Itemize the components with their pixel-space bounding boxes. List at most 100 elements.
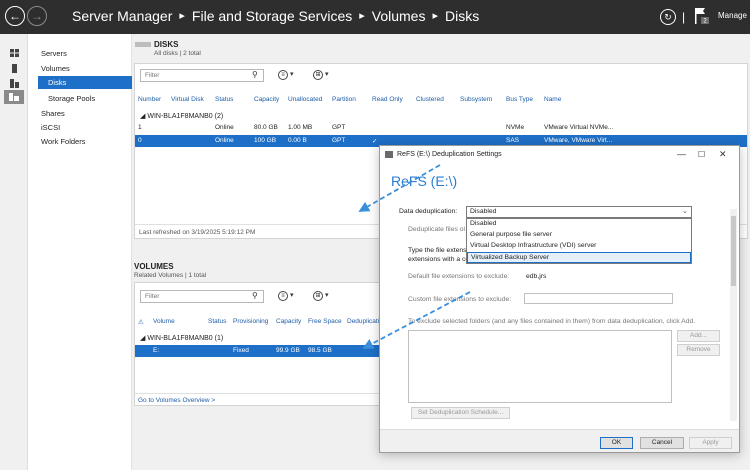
dedup-settings-dialog: ReFS (E:\) Deduplication Settings — ☐ ✕ … [379,145,740,453]
apply-button[interactable]: Apply [689,437,732,449]
nav-item-shares[interactable]: Shares [41,109,65,118]
window-close-icon[interactable]: ✕ [719,149,727,160]
dialog-app-icon [385,151,393,158]
col-unallocated[interactable]: Unallocated [288,96,322,103]
type-extensions-line2: extensions with a co [408,256,470,263]
dedup-option-disabled[interactable]: Disabled [467,219,691,230]
disks-last-refreshed: Last refreshed on 3/19/2025 5:19:12 PM [139,229,256,236]
disk-status: Online [215,124,234,131]
dialog-button-bar [380,429,739,452]
disks-save-options-icon[interactable]: ⊞ ▾ [313,70,328,80]
col-capacity[interactable]: Capacity [254,96,279,103]
breadcrumb-disks[interactable]: Disks [445,8,479,24]
custom-ext-label: Custom file extensions to exclude: [408,296,512,303]
disks-view-options-icon[interactable]: ≡ ▾ [278,70,293,80]
custom-ext-input[interactable] [524,293,673,304]
col-free-space[interactable]: Free Space [308,318,342,325]
volumes-subtitle: Related Volumes | 1 total [134,272,207,279]
excluded-folders-list[interactable] [408,330,672,403]
search-icon[interactable]: ⚲ [252,70,258,79]
dropdown-chevron-icon[interactable]: ⌄ [682,207,688,215]
forward-arrow-icon[interactable]: → [27,6,47,26]
window-maximize-icon[interactable]: ☐ [698,150,705,159]
section-grip-icon [135,42,151,47]
dedup-option-vdi[interactable]: Virtual Desktop Infrastructure (VDI) ser… [467,241,691,252]
back-arrow-icon[interactable]: ← [5,6,25,26]
local-server-icon[interactable] [4,61,24,75]
col-warning-icon: ⚠ [138,319,144,326]
breadcrumb-volumes[interactable]: Volumes [372,8,426,24]
file-storage-icon[interactable] [4,90,24,104]
breadcrumb-separator: ▸ [359,10,365,22]
nav-item-servers[interactable]: Servers [41,49,67,58]
nav-item-disks[interactable]: Disks [38,76,132,89]
volumes-group-header[interactable]: ◢ WIN-BLA1F8MANB0 (1) [140,334,223,342]
add-folder-button[interactable]: Add... [677,330,720,342]
nav-item-work-folders[interactable]: Work Folders [41,137,85,146]
dialog-heading: ReFS (E:\) [391,173,458,189]
breadcrumb-separator: ▸ [432,10,438,22]
col-virtual-disk[interactable]: Virtual Disk [171,96,204,103]
disk-number: 1 [138,124,142,131]
nav-item-volumes[interactable]: Volumes [41,64,70,73]
col-clustered[interactable]: Clustered [416,96,444,103]
col-partition[interactable]: Partition [332,96,356,103]
left-navigation: Servers Volumes Disks Storage Pools Shar… [28,34,132,470]
disk-partition: GPT [332,137,346,144]
icon-strip [0,34,28,470]
nav-item-iscsi[interactable]: iSCSI [41,123,60,132]
volumes-panel: Filter ⚲ ≡ ▾ ⊞ ▾ ⚠ Volume Status Provisi… [134,282,394,406]
dashboard-icon[interactable] [4,46,24,60]
nav-item-storage-pools[interactable]: Storage Pools [48,94,95,103]
dialog-scroll-thumb[interactable] [731,216,736,286]
col-read-only[interactable]: Read Only [372,96,403,103]
col-bus-type[interactable]: Bus Type [506,96,533,103]
collapse-triangle-icon[interactable]: ◢ [140,335,145,342]
dedup-select[interactable]: Disabled ⌄ [466,206,692,218]
col-volume[interactable]: Volume [153,318,175,325]
dedup-options-list: Disabled General purpose file server Vir… [466,218,692,264]
ok-button[interactable]: OK [600,437,633,449]
dialog-titlebar[interactable]: ReFS (E:\) Deduplication Settings — ☐ ✕ [380,146,739,163]
volumes-title: VOLUMES [134,262,174,271]
manage-menu[interactable]: Manage [718,11,747,20]
col-capacity[interactable]: Capacity [276,318,301,325]
set-schedule-button[interactable]: Set Deduplication Schedule... [411,407,510,419]
volumes-overview-link[interactable]: Go to Volumes Overview > [138,397,215,404]
cancel-button[interactable]: Cancel [640,437,684,449]
remove-folder-button[interactable]: Remove [677,344,720,356]
dedup-option-general-purpose[interactable]: General purpose file server [467,230,691,241]
disk-capacity: 100 GB [254,137,277,144]
breadcrumb-file-storage[interactable]: File and Storage Services [192,8,352,24]
breadcrumb-separator: ▸ [179,10,185,22]
col-name[interactable]: Name [544,96,561,103]
disks-filter-input[interactable]: Filter [140,69,264,82]
all-servers-icon[interactable] [4,76,24,90]
dedup-label: Data deduplication: [399,208,458,215]
dialog-title: ReFS (E:\) Deduplication Settings [397,151,502,158]
dedup-option-virtualized-backup[interactable]: Virtualized Backup Server [467,252,691,263]
volumes-filter-input[interactable]: Filter [140,290,264,303]
col-deduplication[interactable]: Deduplicati [347,318,379,325]
col-provisioning[interactable]: Provisioning [233,318,268,325]
col-status[interactable]: Status [215,96,233,103]
window-minimize-icon[interactable]: — [677,149,686,159]
default-ext-label: Default file extensions to exclude: [408,273,510,280]
flag-icon[interactable]: 2 [694,7,710,25]
volume-capacity: 99.9 GB [276,347,300,354]
collapse-triangle-icon[interactable]: ◢ [140,113,145,120]
search-icon[interactable]: ⚲ [252,291,258,300]
refresh-icon[interactable]: ↻ [660,9,676,25]
col-status[interactable]: Status [208,318,226,325]
table-row-selected[interactable]: E: Fixed 99.9 GB 98.5 GB [135,345,393,357]
titlebar: ← → Server Manager ▸ File and Storage Se… [0,0,750,34]
col-subsystem[interactable]: Subsystem [460,96,492,103]
breadcrumb-server-manager[interactable]: Server Manager [72,8,172,24]
disk-name: VMware Virtual NVMe... [544,124,614,131]
volumes-view-options-icon[interactable]: ≡ ▾ [278,291,293,301]
volumes-save-options-icon[interactable]: ⊞ ▾ [313,291,328,301]
disk-unallocated: 0.00 B [288,137,307,144]
disks-group-header[interactable]: ◢ WIN-BLA1F8MANB0 (2) [140,112,223,120]
col-number[interactable]: Number [138,96,161,103]
volume-letter: E: [153,347,160,354]
